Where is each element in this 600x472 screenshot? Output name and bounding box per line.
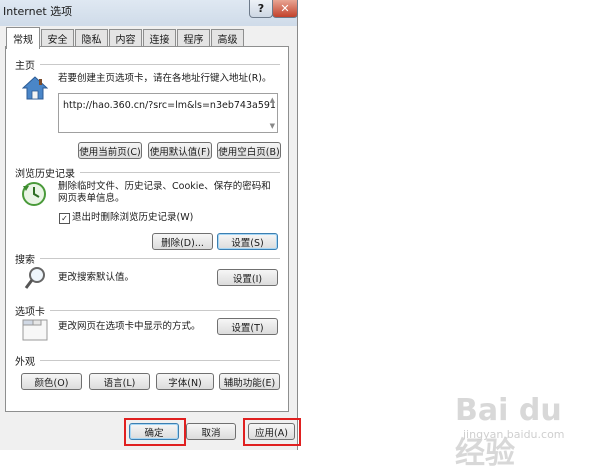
colors-button[interactable]: 颜色(O) <box>21 373 82 390</box>
internet-options-dialog: Internet 选项 ? ✕ 常规 安全 隐私 内容 连接 程序 高级 主页 … <box>0 0 301 450</box>
tab-advanced[interactable]: 高级 <box>211 29 244 47</box>
history-description: 删除临时文件、历史记录、Cookie、保存的密码和网页表单信息。 <box>58 181 271 204</box>
help-button[interactable]: ? <box>249 0 273 18</box>
tab-general[interactable]: 常规 <box>6 27 40 49</box>
tabs-section-description: 更改网页在选项卡中显示的方式。 <box>58 321 201 332</box>
baidu-watermark-url: jingyan.baidu.com <box>463 428 565 441</box>
appearance-heading: 外观 <box>15 357 35 368</box>
scroll-up-icon[interactable]: ▲ <box>270 96 275 104</box>
languages-button[interactable]: 语言(L) <box>89 373 150 390</box>
delete-history-button[interactable]: 删除(D)... <box>152 233 213 250</box>
homepage-instruction: 若要创建主页选项卡，请在各地址行键入地址(R)。 <box>58 73 272 84</box>
magnifier-icon <box>24 265 48 291</box>
window-title: Internet 选项 <box>3 5 73 18</box>
close-button[interactable]: ✕ <box>272 0 298 18</box>
tabs-icon <box>22 317 48 341</box>
history-icon <box>21 180 49 208</box>
delete-on-exit-label[interactable]: 退出时删除浏览历史记录(W) <box>72 212 193 224</box>
homepage-heading: 主页 <box>15 61 35 72</box>
search-description: 更改搜索默认值。 <box>58 272 135 283</box>
tab-programs[interactable]: 程序 <box>177 29 210 47</box>
homepage-url-text[interactable]: http://hao.360.cn/?src=lm&ls=n3eb743a591 <box>63 100 276 111</box>
general-tab-panel: 主页 若要创建主页选项卡，请在各地址行键入地址(R)。 http://hao.3… <box>5 46 289 412</box>
fonts-button[interactable]: 字体(N) <box>156 373 214 390</box>
use-default-button[interactable]: 使用默认值(F) <box>148 142 212 159</box>
home-icon <box>21 75 49 101</box>
homepage-url-field[interactable]: http://hao.360.cn/?src=lm&ls=n3eb743a591… <box>58 93 278 133</box>
tab-content[interactable]: 内容 <box>109 29 142 47</box>
title-bar: Internet 选项 ? ✕ <box>0 0 298 26</box>
apply-highlight-box <box>243 418 301 446</box>
tab-security[interactable]: 安全 <box>41 29 74 47</box>
tabs-settings-button[interactable]: 设置(T) <box>217 318 278 335</box>
search-heading: 搜索 <box>15 255 35 266</box>
homepage-divider <box>40 64 280 65</box>
search-divider <box>40 258 280 259</box>
cancel-button[interactable]: 取消 <box>186 423 236 440</box>
use-blank-button[interactable]: 使用空白页(B) <box>217 142 281 159</box>
tab-privacy[interactable]: 隐私 <box>75 29 108 47</box>
accessibility-button[interactable]: 辅助功能(E) <box>219 373 280 390</box>
use-current-button[interactable]: 使用当前页(C) <box>78 142 142 159</box>
ok-highlight-box <box>124 418 186 446</box>
search-settings-button[interactable]: 设置(I) <box>217 269 278 286</box>
scroll-down-icon[interactable]: ▼ <box>270 122 275 130</box>
history-divider <box>80 172 280 173</box>
tabs-section-divider <box>50 310 280 311</box>
tabs-section-heading: 选项卡 <box>15 307 45 318</box>
history-heading: 浏览历史记录 <box>15 169 75 180</box>
appearance-divider <box>40 360 280 361</box>
history-settings-button[interactable]: 设置(S) <box>217 233 278 250</box>
tab-connections[interactable]: 连接 <box>143 29 176 47</box>
delete-on-exit-checkbox[interactable]: ✓ <box>59 213 70 224</box>
